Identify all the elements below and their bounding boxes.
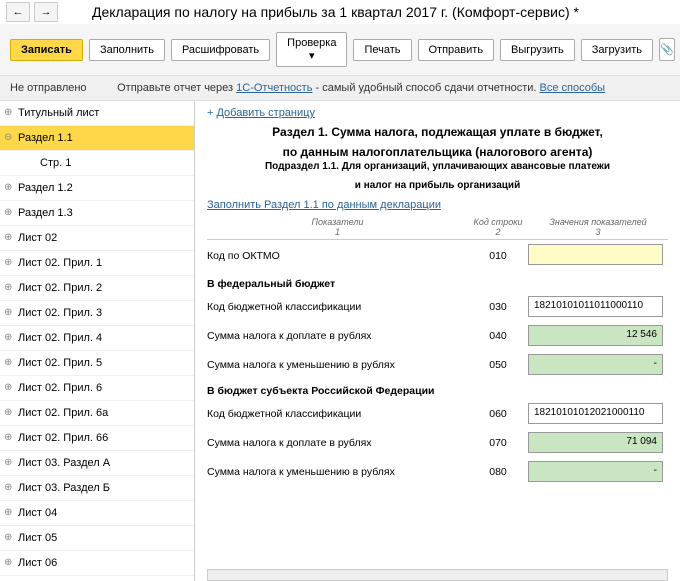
- send-button[interactable]: Отправить: [418, 39, 495, 61]
- row-fed-pay: Сумма налога к доплате в рублях 040 12 5…: [207, 321, 668, 350]
- status-bar: Не отправлено Отправьте отчет через 1С-О…: [0, 76, 680, 101]
- row-reg-red: Сумма налога к уменьшению в рублях 080 -: [207, 457, 668, 486]
- content-pane: + Добавить страницу Раздел 1. Сумма нало…: [195, 101, 680, 581]
- section-title-1: Раздел 1. Сумма налога, подлежащая уплат…: [207, 125, 668, 139]
- tree-item-sheet-02-app66[interactable]: Лист 02. Прил. 66: [0, 426, 194, 451]
- tree-item-sheet-03-b[interactable]: Лист 03. Раздел Б: [0, 476, 194, 501]
- forward-button[interactable]: →: [34, 2, 58, 22]
- code-040: 040: [468, 330, 528, 342]
- row-reg-kbk: Код бюджетной классификации 060 18210101…: [207, 399, 668, 428]
- label-reg-pay: Сумма налога к доплате в рублях: [207, 437, 468, 449]
- toolbar: Записать Заполнить Расшифровать Проверка…: [0, 24, 680, 76]
- fill-section-link[interactable]: Заполнить Раздел 1.1 по данным деклараци…: [207, 199, 668, 211]
- code-060: 060: [468, 408, 528, 420]
- label-fed-kbk: Код бюджетной классификации: [207, 301, 468, 313]
- code-080: 080: [468, 466, 528, 478]
- check-dropdown[interactable]: Проверка ▾: [276, 32, 347, 67]
- input-reg-kbk[interactable]: 18210101012021000110: [528, 403, 663, 424]
- window-header: ← → Декларация по налогу на прибыль за 1…: [0, 0, 680, 24]
- fill-button[interactable]: Заполнить: [89, 39, 165, 61]
- code-010: 010: [468, 250, 528, 262]
- tree-item-sheet-06[interactable]: Лист 06: [0, 551, 194, 576]
- label-reg-red: Сумма налога к уменьшению в рублях: [207, 466, 468, 478]
- tree-item-sheet-02-app4[interactable]: Лист 02. Прил. 4: [0, 326, 194, 351]
- code-030: 030: [468, 301, 528, 313]
- section-title-2: по данным налогоплательщика (налогового …: [207, 145, 668, 159]
- tree-item-sheet-02-app6[interactable]: Лист 02. Прил. 6: [0, 376, 194, 401]
- main-area: Титульный лист Раздел 1.1 Стр. 1 Раздел …: [0, 101, 680, 581]
- tree-item-sheet-02[interactable]: Лист 02: [0, 226, 194, 251]
- status-hint-post: - самый удобный способ сдачи отчетности.: [316, 82, 540, 94]
- download-button[interactable]: Загрузить: [581, 39, 653, 61]
- tree-item-sheet-02-app5[interactable]: Лист 02. Прил. 5: [0, 351, 194, 376]
- row-reg-pay: Сумма налога к доплате в рублях 070 71 0…: [207, 428, 668, 457]
- status-state: Не отправлено: [10, 82, 87, 94]
- tree-item-section-1-1[interactable]: Раздел 1.1: [0, 126, 194, 151]
- input-reg-pay[interactable]: 71 094: [528, 432, 663, 453]
- label-reg-kbk: Код бюджетной классификации: [207, 408, 468, 420]
- tree-item-sheet-02-app6a[interactable]: Лист 02. Прил. 6а: [0, 401, 194, 426]
- export-button[interactable]: Выгрузить: [500, 39, 575, 61]
- label-oktmo: Код по ОКТМО: [207, 250, 468, 262]
- input-fed-kbk[interactable]: 18210101011011000110: [528, 296, 663, 317]
- tree-item-section-1-3[interactable]: Раздел 1.3: [0, 201, 194, 226]
- row-oktmo: Код по ОКТМО 010: [207, 240, 668, 272]
- label-fed-red: Сумма налога к уменьшению в рублях: [207, 359, 468, 371]
- section-sub-1: Подраздел 1.1. Для организаций, уплачива…: [207, 161, 668, 172]
- input-fed-red[interactable]: -: [528, 354, 663, 375]
- tree-item-title-page[interactable]: Титульный лист: [0, 101, 194, 126]
- tree-item-sheet-03-a[interactable]: Лист 03. Раздел А: [0, 451, 194, 476]
- print-button[interactable]: Печать: [353, 39, 411, 61]
- tree-item-page-1[interactable]: Стр. 1: [0, 151, 194, 176]
- tree-item-sheet-02-app3[interactable]: Лист 02. Прил. 3: [0, 301, 194, 326]
- tree-item-sheet-02-app2[interactable]: Лист 02. Прил. 2: [0, 276, 194, 301]
- code-070: 070: [468, 437, 528, 449]
- row-fed-red: Сумма налога к уменьшению в рублях 050 -: [207, 350, 668, 379]
- horizontal-scrollbar[interactable]: [207, 569, 668, 581]
- sidebar-tree: Титульный лист Раздел 1.1 Стр. 1 Раздел …: [0, 101, 195, 581]
- input-fed-pay[interactable]: 12 546: [528, 325, 663, 346]
- attach-button[interactable]: 📎: [659, 38, 675, 61]
- back-button[interactable]: ←: [6, 2, 30, 22]
- tree-item-section-1-2[interactable]: Раздел 1.2: [0, 176, 194, 201]
- tree-item-sheet-04[interactable]: Лист 04: [0, 501, 194, 526]
- input-oktmo[interactable]: [528, 244, 663, 265]
- status-hint-pre: Отправьте отчет через: [117, 82, 236, 94]
- decrypt-button[interactable]: Расшифровать: [171, 39, 270, 61]
- row-fed-kbk: Код бюджетной классификации 030 18210101…: [207, 292, 668, 321]
- label-fed-pay: Сумма налога к доплате в рублях: [207, 330, 468, 342]
- table-header: Показатели1 Код строки2 Значения показат…: [207, 217, 668, 240]
- tree-item-sheet-05[interactable]: Лист 05: [0, 526, 194, 551]
- page-title: Декларация по налогу на прибыль за 1 ква…: [92, 4, 579, 20]
- tree-item-sheet-02-app1[interactable]: Лист 02. Прил. 1: [0, 251, 194, 276]
- save-button[interactable]: Записать: [10, 39, 83, 61]
- tree-item-sheet-07[interactable]: Лист 07: [0, 576, 194, 581]
- add-page-wrap: + Добавить страницу: [207, 107, 668, 119]
- link-1c-report[interactable]: 1С-Отчетность: [236, 82, 312, 94]
- subheader-federal: В федеральный бюджет: [207, 278, 668, 290]
- add-page-link[interactable]: Добавить страницу: [216, 107, 314, 119]
- code-050: 050: [468, 359, 528, 371]
- subheader-regional: В бюджет субъекта Российской Федерации: [207, 385, 668, 397]
- section-sub-2: и налог на прибыль организаций: [207, 180, 668, 191]
- link-all-methods[interactable]: Все способы: [540, 82, 606, 94]
- input-reg-red[interactable]: -: [528, 461, 663, 482]
